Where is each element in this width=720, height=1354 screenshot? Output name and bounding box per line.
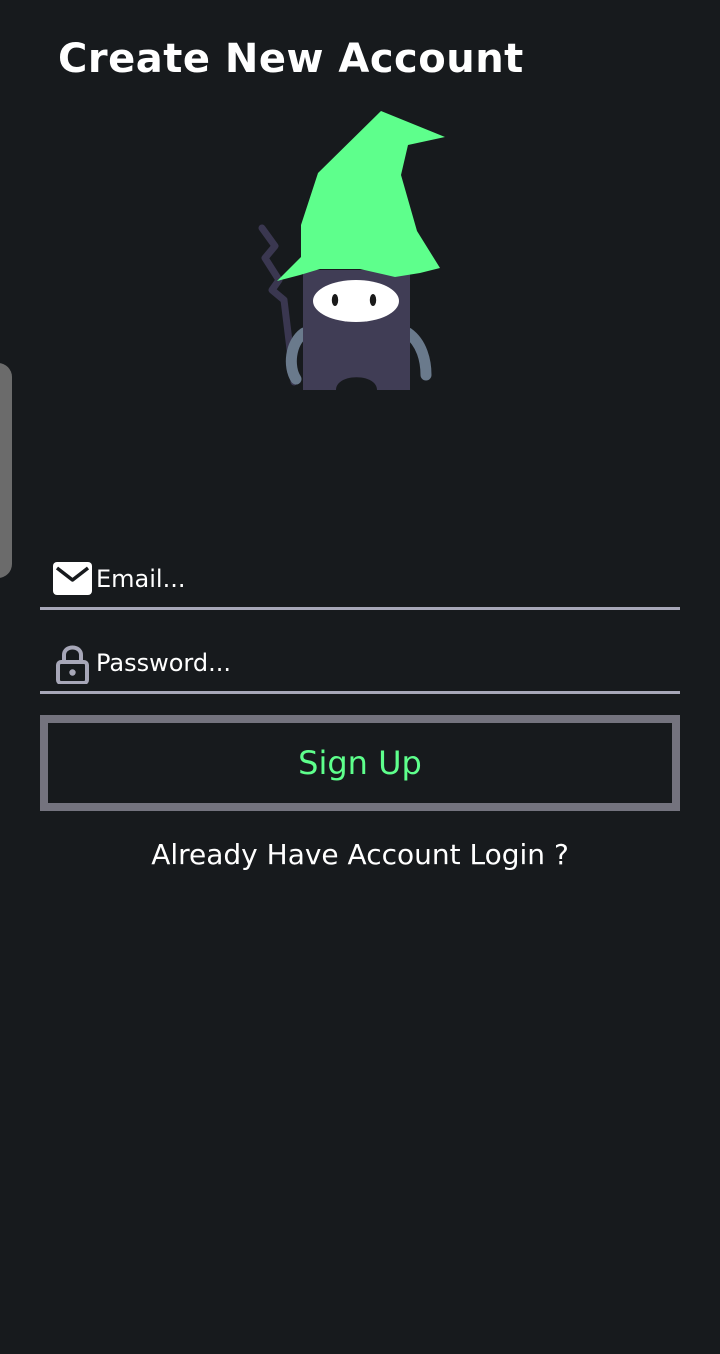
signup-screen: Create New Account Sign Up Already Have (0, 0, 720, 1354)
email-field (40, 550, 680, 610)
email-input[interactable] (94, 556, 666, 602)
wizard-mascot-illustration (258, 111, 445, 390)
password-field (40, 634, 680, 694)
sign-up-button[interactable]: Sign Up (40, 715, 680, 811)
password-input[interactable] (94, 640, 666, 686)
login-link[interactable]: Already Have Account Login ? (0, 838, 720, 871)
page-title: Create New Account (58, 36, 524, 82)
lock-icon (56, 645, 89, 684)
edge-panel-handle[interactable] (0, 363, 12, 578)
envelope-icon (53, 562, 92, 595)
